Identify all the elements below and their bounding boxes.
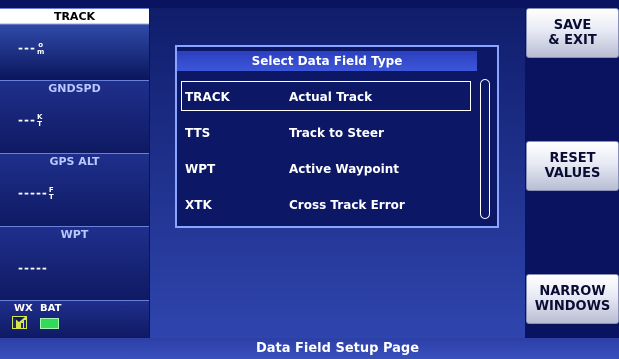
option-list: TRACK Actual Track TTS Track to Steer WP… (181, 79, 471, 223)
reset-values-button[interactable]: RESET VALUES (526, 141, 619, 191)
unit-label: KT (36, 112, 43, 128)
page-title: Data Field Setup Page (255, 341, 420, 356)
bat-label: BAT (40, 303, 62, 314)
save-exit-button[interactable]: SAVE & EXIT (526, 8, 619, 58)
field-value: -----F T (18, 185, 54, 201)
field-gndspd[interactable]: GNDSPD ---K T (0, 80, 149, 153)
field-label: GPS ALT (49, 155, 100, 168)
signal-bars-icon (12, 316, 27, 329)
option-tts[interactable]: TTS Track to Steer (181, 115, 471, 151)
unit-label: FT (48, 185, 54, 201)
option-desc: Actual Track (289, 90, 373, 104)
field-label: WPT (60, 228, 89, 241)
option-code: XTK (185, 198, 212, 212)
device-screen: Data Field Setup Page TRACK --- o m GNDSPD… (0, 0, 619, 359)
field-value: ---K T (18, 112, 43, 128)
option-code: WPT (185, 162, 216, 176)
unit-label: om (36, 40, 45, 56)
battery-icon (40, 318, 59, 329)
option-desc: Active Waypoint (289, 162, 399, 176)
option-wpt[interactable]: WPT Active Waypoint (181, 151, 471, 187)
wx-label: WX (14, 303, 33, 314)
option-xtk[interactable]: XTK Cross Track Error (181, 187, 471, 223)
field-gps-alt[interactable]: GPS ALT -----F T (0, 153, 149, 226)
select-field-dialog: Select Data Field Type TRACK Actual Trac… (175, 45, 499, 228)
dialog-title: Select Data Field Type (177, 51, 477, 71)
option-code: TRACK (185, 90, 230, 104)
field-value: --- o m (18, 40, 45, 56)
field-track[interactable]: TRACK --- o m (0, 8, 149, 80)
status-box: WX BAT (0, 300, 149, 338)
option-desc: Track to Steer (289, 126, 384, 140)
option-desc: Cross Track Error (289, 198, 405, 212)
field-value: ----- (18, 261, 48, 275)
option-track[interactable]: TRACK Actual Track (181, 79, 471, 115)
field-wpt[interactable]: WPT ----- (0, 226, 149, 300)
field-label: TRACK (53, 10, 96, 23)
sidebar: TRACK --- o m GNDSPD ---K T GPS ALT -----F T… (0, 8, 149, 338)
scrollbar[interactable] (480, 79, 490, 219)
narrow-windows-button[interactable]: NARROW WINDOWS (526, 274, 619, 324)
field-label: GNDSPD (48, 82, 101, 95)
option-code: TTS (185, 126, 211, 140)
